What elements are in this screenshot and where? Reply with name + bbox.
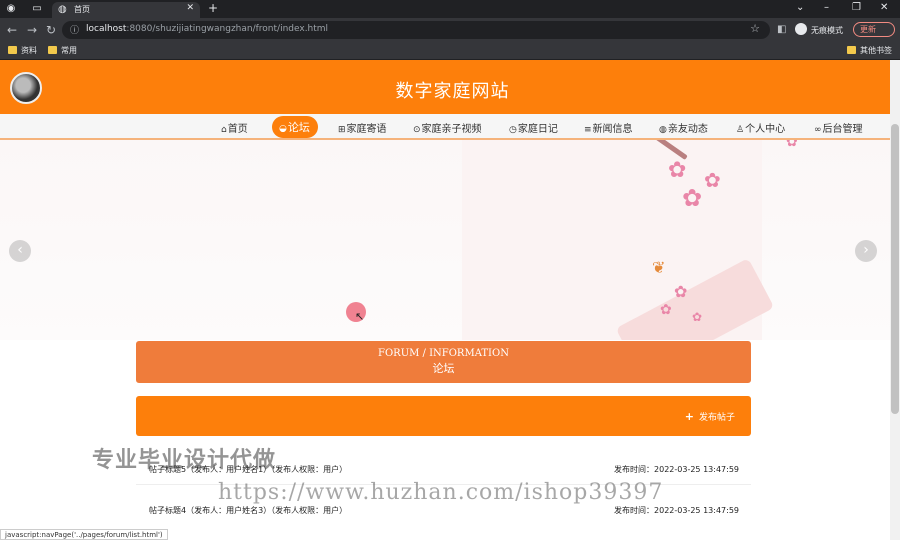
nav-item-home[interactable]: ⌂首页	[221, 120, 248, 135]
profile-label[interactable]: 无痕模式	[811, 25, 843, 36]
restore-icon[interactable]: ❐	[852, 2, 861, 13]
forum-action-bar: + 发布帖子	[136, 396, 751, 436]
site-header: 数字家庭网站	[0, 60, 890, 114]
forum-icon: ◒	[279, 124, 287, 134]
carousel-prev-button[interactable]: ‹	[9, 240, 31, 262]
section-title-en: FORUM / INFORMATION	[378, 348, 509, 359]
nav-item-family-messages[interactable]: ⊞家庭寄语	[338, 120, 387, 135]
plus-icon: +	[684, 410, 694, 423]
url-text: localhost:8080/shuzijiatingwangzhan/fron…	[86, 24, 329, 34]
nav-item-forum[interactable]: ◒论坛	[272, 116, 318, 138]
browser-tab-home[interactable]: ◍ 首页 ✕	[52, 2, 200, 18]
section-title-banner: FORUM / INFORMATION 论坛	[136, 341, 751, 383]
main-nav: ⌂首页 ◒论坛 ⊞家庭寄语 ⊙家庭亲子视频 ◷家庭日记 ≡新闻信息 ◍亲友动态 …	[0, 114, 890, 140]
browser-toolbar: ← → ↻ ⓘ localhost:8080/shuzijiatingwangz…	[0, 18, 900, 42]
folder-icon	[48, 46, 57, 54]
chrome-menu-icon[interactable]: ◉	[4, 2, 18, 16]
other-bookmarks[interactable]: 其他书签	[847, 45, 892, 56]
link-icon: ∞	[814, 125, 822, 135]
nav-item-family-diary[interactable]: ◷家庭日记	[509, 120, 558, 135]
globe-icon: ◍	[659, 125, 667, 135]
mouse-cursor-icon: ↖	[355, 310, 365, 323]
publish-post-button[interactable]: + 发布帖子	[685, 410, 735, 423]
scrollbar-thumb[interactable]	[891, 124, 899, 414]
user-icon: ♙	[736, 125, 745, 135]
update-button[interactable]: 更新	[853, 22, 895, 37]
chevron-right-icon: ›	[863, 242, 869, 258]
hero-carousel[interactable]: ✿ ✿ ✿ ✿ ✿ ✿ ✿ ❦ ‹ › ↖	[0, 140, 890, 340]
tab-search-icon[interactable]: ▭	[30, 2, 44, 16]
tab-title: 首页	[74, 5, 90, 14]
post-title[interactable]: 帖子标题4（发布人：用户姓名3）（发布人权限：用户）	[149, 505, 347, 516]
nav-item-friends-updates[interactable]: ◍亲友动态	[659, 120, 708, 135]
clock-icon: ◷	[509, 125, 517, 135]
folder-icon	[847, 46, 856, 54]
blossom-decoration: ✿	[668, 158, 687, 183]
bookmarks-bar: 资料 常用 其他书签	[0, 42, 900, 60]
butterfly-decoration: ❦	[652, 258, 666, 277]
blossom-decoration: ✿	[660, 302, 672, 318]
minimize-icon[interactable]: –	[824, 2, 829, 13]
section-title-zh: 论坛	[432, 362, 455, 375]
page-viewport: 数字家庭网站 ⌂首页 ◒论坛 ⊞家庭寄语 ⊙家庭亲子视频 ◷家庭日记 ≡新闻信息…	[0, 60, 890, 540]
incognito-avatar[interactable]	[795, 23, 807, 35]
blossom-decoration: ✿	[692, 310, 703, 324]
book-icon: ⊞	[338, 125, 346, 135]
bookmark-folder-ziliao[interactable]: 资料	[8, 45, 37, 56]
forward-icon[interactable]: →	[27, 23, 37, 37]
video-icon: ⊙	[413, 125, 421, 135]
blossom-decoration: ✿	[682, 184, 703, 212]
blossom-decoration: ✿	[674, 282, 688, 301]
close-tab-icon[interactable]: ✕	[186, 3, 194, 13]
side-panel-icon[interactable]: ◧	[777, 24, 786, 35]
watermark-url: https://www.huzhan.com/ishop39397	[218, 480, 664, 505]
nav-item-news[interactable]: ≡新闻信息	[584, 120, 633, 135]
home-icon: ⌂	[221, 125, 227, 135]
post-list-item[interactable]: 帖子标题4（发布人：用户姓名3）（发布人权限：用户） 发布时间：2022-03-…	[149, 505, 739, 519]
page-scrollbar[interactable]	[890, 60, 900, 540]
watermark-text: 专业毕业设计代做	[92, 448, 277, 473]
new-tab-icon[interactable]: +	[208, 1, 218, 15]
post-time: 发布时间：2022-03-25 13:47:59	[614, 506, 739, 515]
address-bar[interactable]: ⓘ localhost:8080/shuzijiatingwangzhan/fr…	[62, 21, 770, 39]
close-window-icon[interactable]: ✕	[880, 2, 888, 13]
globe-icon: ◍	[58, 4, 67, 15]
news-icon: ≡	[584, 125, 592, 135]
back-icon[interactable]: ←	[7, 23, 17, 37]
bookmark-folder-changyong[interactable]: 常用	[48, 45, 77, 56]
chevron-left-icon: ‹	[17, 242, 23, 258]
folder-icon	[8, 46, 17, 54]
browser-tab-strip: ◉ ▭ ◍ 首页 ✕ + ⌄ – ❐ ✕	[0, 0, 900, 18]
chevron-down-icon[interactable]: ⌄	[796, 2, 804, 13]
blossom-decoration: ✿	[704, 168, 721, 192]
nav-item-user-center[interactable]: ♙个人中心	[736, 120, 785, 135]
post-time: 发布时间：2022-03-25 13:47:59	[614, 465, 739, 474]
bookmark-star-icon[interactable]: ☆	[750, 22, 760, 35]
browser-status-url: javascript:navPage('../pages/forum/list.…	[0, 529, 168, 540]
site-title: 数字家庭网站	[395, 81, 510, 102]
reload-icon[interactable]: ↻	[46, 23, 56, 37]
carousel-next-button[interactable]: ›	[855, 240, 877, 262]
nav-item-admin[interactable]: ∞后台管理	[814, 120, 863, 135]
info-icon[interactable]: ⓘ	[70, 23, 79, 36]
nav-item-family-videos[interactable]: ⊙家庭亲子视频	[413, 120, 482, 135]
blossom-decoration: ✿	[786, 140, 798, 150]
